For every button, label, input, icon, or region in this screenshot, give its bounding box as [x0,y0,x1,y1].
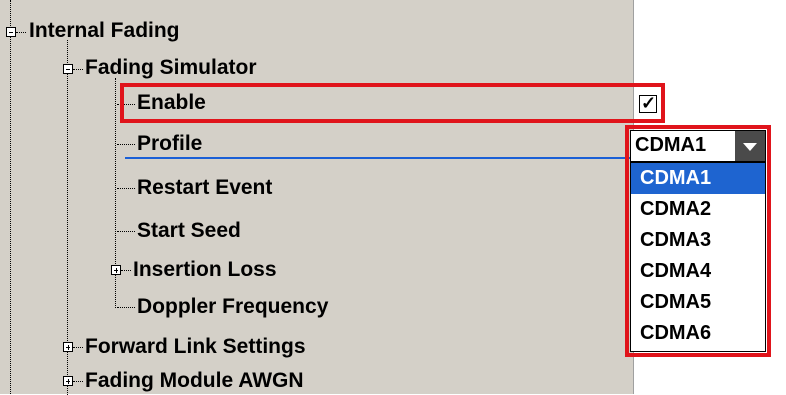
tree-line [73,381,83,382]
collapse-icon[interactable] [6,27,16,37]
tree-line [117,231,135,232]
tree-item-profile[interactable]: Profile [137,132,202,156]
highlight-box-profile [625,125,771,357]
tree-item-insertion-loss[interactable]: Insertion Loss [133,258,277,282]
tree-line [117,188,135,189]
tree-item-doppler-frequency[interactable]: Doppler Frequency [137,295,328,319]
tree-item-fading-module-awgn[interactable]: Fading Module AWGN [85,369,304,393]
highlight-box-enable [120,83,665,123]
expand-icon[interactable] [111,265,121,275]
tree-line [73,347,83,348]
tree-line [73,69,83,70]
tree-line [16,32,26,33]
tree-item-forward-link-settings[interactable]: Forward Link Settings [85,335,306,359]
tree-line [121,270,131,271]
tree-line [117,307,135,308]
tree-item-internal-fading[interactable]: Internal Fading [29,19,180,43]
collapse-icon[interactable] [63,64,73,74]
tree-item-start-seed[interactable]: Start Seed [137,219,241,243]
expand-icon[interactable] [63,376,73,386]
tree-item-fading-simulator[interactable]: Fading Simulator [85,56,257,80]
tree-line [10,0,11,394]
expand-icon[interactable] [63,342,73,352]
tree-item-restart-event[interactable]: Restart Event [137,176,272,200]
